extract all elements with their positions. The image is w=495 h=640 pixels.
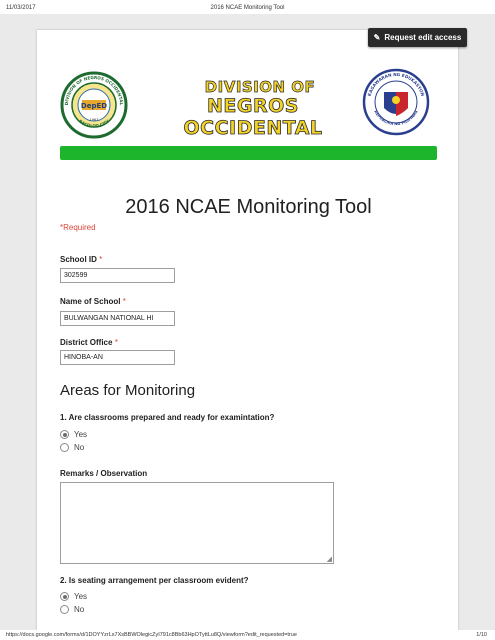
left-seal-center-text: DepED bbox=[81, 102, 107, 110]
district-office-label-text: District Office bbox=[60, 338, 113, 347]
question-1-option-yes[interactable]: Yes bbox=[60, 429, 87, 440]
request-edit-access-button[interactable]: ✎ Request edit access bbox=[368, 28, 467, 47]
form-title: 2016 NCAE Monitoring Tool bbox=[125, 196, 372, 218]
required-star: * bbox=[122, 297, 126, 306]
school-id-label-text: School ID bbox=[60, 255, 97, 264]
question-2-label: 2. Is seating arrangement per classroom … bbox=[60, 576, 249, 585]
remarks-label: Remarks / Observation bbox=[60, 469, 148, 478]
required-star: * bbox=[114, 338, 118, 347]
print-footer: https://docs.google.com/forms/d/1DOYYzrL… bbox=[0, 630, 495, 640]
question-2-option-no[interactable]: No bbox=[60, 604, 84, 615]
school-name-input[interactable]: BULWANGAN NATIONAL HI bbox=[60, 311, 175, 326]
question-2-option-yes[interactable]: Yes bbox=[60, 591, 87, 602]
print-page-number: 1/10 bbox=[476, 632, 487, 638]
district-office-label: District Office * bbox=[60, 338, 118, 347]
section-title: Areas for Monitoring bbox=[60, 382, 196, 399]
option-label: No bbox=[74, 605, 85, 614]
school-name-label-text: Name of School bbox=[60, 297, 121, 306]
question-1-option-no[interactable]: No bbox=[60, 442, 84, 453]
option-label: No bbox=[74, 443, 85, 452]
print-header: 11/03/2017 2016 NCAE Monitoring Tool bbox=[0, 0, 495, 14]
radio-button[interactable] bbox=[60, 605, 69, 614]
required-note: *Required bbox=[60, 223, 96, 232]
left-seal-year: 1963 bbox=[90, 118, 99, 122]
deped-seal-logo: KAGAWARAN NG EDUKASYON REPUBLIKA NG PILI… bbox=[362, 68, 430, 136]
school-name-label: Name of School * bbox=[60, 297, 126, 306]
option-label: Yes bbox=[74, 592, 88, 601]
school-id-input[interactable]: 302599 bbox=[60, 268, 175, 283]
question-1-label: 1. Are classrooms prepared and ready for… bbox=[60, 413, 275, 422]
pencil-icon: ✎ bbox=[373, 33, 381, 42]
banner-title-line2: NEGROS OCCIDENTAL bbox=[183, 95, 323, 140]
radio-button[interactable] bbox=[60, 443, 69, 452]
remarks-textarea[interactable]: ◢ bbox=[60, 482, 334, 564]
print-title: 2016 NCAE Monitoring Tool bbox=[210, 5, 285, 11]
resize-handle-icon[interactable]: ◢ bbox=[327, 555, 332, 563]
division-seal-logo: DepED 1963 DIVISION OF NEGROS OCCIDENTAL… bbox=[60, 71, 128, 139]
banner-title-line1: DIVISION OF bbox=[204, 78, 316, 97]
district-office-input[interactable]: HINOBA-AN bbox=[60, 350, 175, 365]
radio-button-checked[interactable] bbox=[60, 430, 69, 439]
required-star: * bbox=[99, 255, 103, 264]
print-url: https://docs.google.com/forms/d/1DOYYzrL… bbox=[6, 632, 297, 638]
option-label: Yes bbox=[74, 430, 88, 439]
header-accent-bar bbox=[60, 146, 437, 160]
header-banner: DepED 1963 DIVISION OF NEGROS OCCIDENTAL… bbox=[60, 65, 435, 145]
school-id-label: School ID * bbox=[60, 255, 102, 264]
request-edit-access-label: Request edit access bbox=[384, 33, 462, 42]
radio-button-checked[interactable] bbox=[60, 592, 69, 601]
